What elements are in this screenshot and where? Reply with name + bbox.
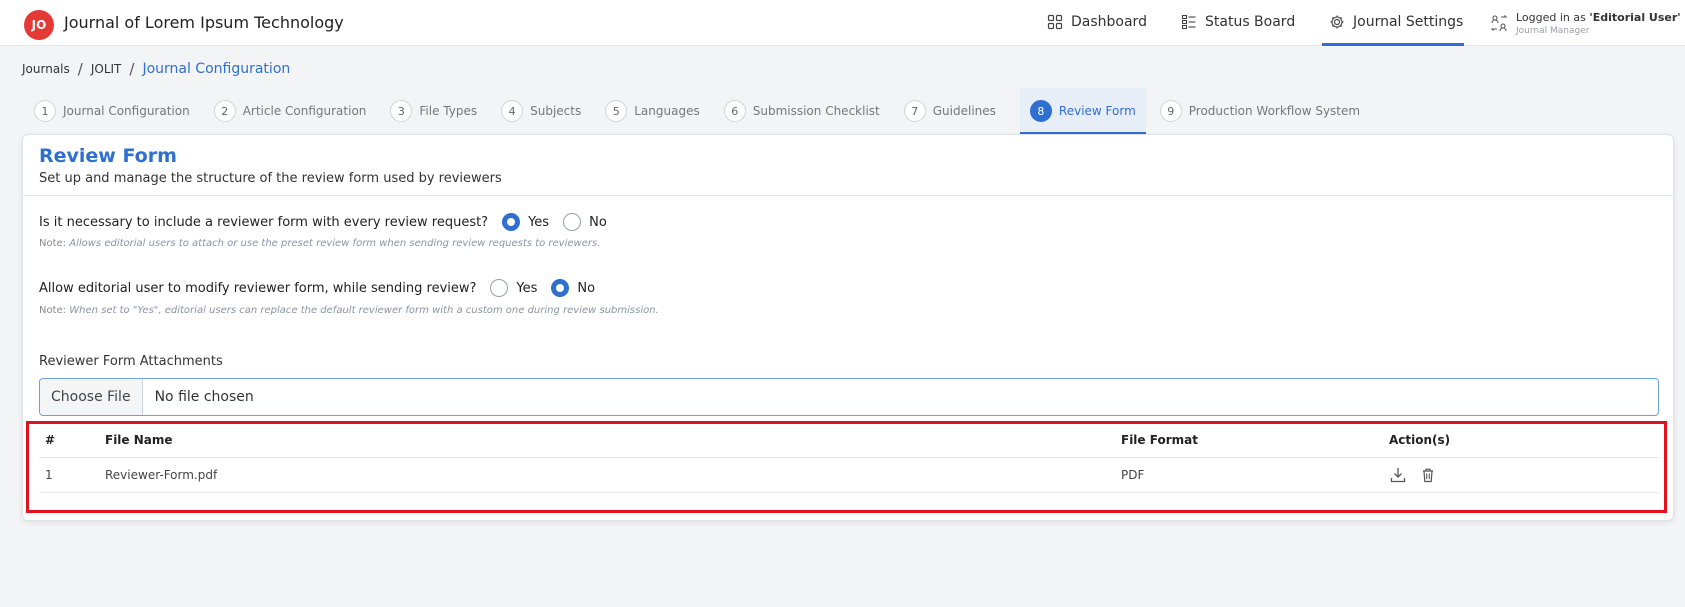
step-label: File Types <box>419 104 478 118</box>
step-label: Guidelines <box>932 104 996 118</box>
nav-status-board[interactable]: Status Board <box>1181 14 1295 30</box>
step-number: 5 <box>605 100 628 122</box>
grid-icon <box>1047 14 1063 30</box>
q1-no-radio[interactable]: No <box>563 213 607 231</box>
step-number: 1 <box>34 100 56 122</box>
radio-selected-icon <box>551 279 570 297</box>
radio-unselected-icon <box>563 213 582 231</box>
q1-yes-radio[interactable]: Yes <box>502 213 549 231</box>
file-status-text: No file chosen <box>154 389 254 405</box>
breadcrumb: Journals / JOLIT / Journal Configuration <box>22 60 290 78</box>
gear-icon <box>1330 15 1344 29</box>
journal-logo[interactable]: JO <box>24 10 54 40</box>
radio-label: No <box>577 280 596 296</box>
q2-note: Note: When set to "Yes", editorial users… <box>39 305 659 316</box>
step-label: Subjects <box>530 104 582 118</box>
step-subjects[interactable]: 4 Subjects <box>501 88 591 134</box>
nav-dashboard[interactable]: Dashboard <box>1047 14 1147 30</box>
logged-in-prefix: Logged in as <box>1516 11 1590 24</box>
q1-note: Note: Allows editorial users to attach o… <box>39 238 600 249</box>
breadcrumb-journals[interactable]: Journals <box>22 62 70 76</box>
nav-journal-settings[interactable]: Journal Settings <box>1329 14 1463 30</box>
step-number: 6 <box>723 100 746 122</box>
note-text: Allows editorial users to attach or use … <box>69 238 601 249</box>
breadcrumb-jolit[interactable]: JOLIT <box>91 62 122 76</box>
step-number: 3 <box>390 100 413 122</box>
step-label: Journal Configuration <box>63 104 190 118</box>
step-label: Submission Checklist <box>752 104 880 118</box>
user-menu[interactable]: Logged in as 'Editorial User' Journal Ma… <box>1490 11 1681 36</box>
nav-dashboard-label: Dashboard <box>1071 14 1147 30</box>
user-switch-icon <box>1490 15 1508 32</box>
page-subtitle: Set up and manage the structure of the r… <box>39 171 502 186</box>
step-label: Article Configuration <box>242 104 367 118</box>
active-nav-indicator <box>1322 43 1464 46</box>
file-upload-input[interactable]: Choose File No file chosen <box>39 378 1659 416</box>
config-steps: 1 Journal Configuration 2 Article Config… <box>34 88 1384 134</box>
highlight-box <box>26 421 1667 513</box>
radio-label: Yes <box>516 280 538 296</box>
radio-selected-icon <box>502 213 521 231</box>
user-role: Journal Manager <box>1516 26 1590 36</box>
step-label: Review Form <box>1058 104 1136 118</box>
step-number: 4 <box>501 100 524 122</box>
step-file-types[interactable]: 3 File Types <box>390 88 487 134</box>
logged-in-label: Logged in as 'Editorial User' <box>1516 11 1681 24</box>
breadcrumb-separator: / <box>129 60 135 78</box>
question-text: Allow editorial user to modify reviewer … <box>39 280 477 296</box>
note-text: When set to "Yes", editorial users can r… <box>69 305 659 316</box>
step-journal-configuration[interactable]: 1 Journal Configuration <box>34 88 200 134</box>
step-review-form[interactable]: 8 Review Form <box>1019 88 1146 134</box>
step-production-workflow-system[interactable]: 9 Production Workflow System <box>1159 88 1370 134</box>
q2-no-radio[interactable]: No <box>551 279 595 297</box>
choose-file-button[interactable]: Choose File <box>40 379 143 415</box>
breadcrumb-current: Journal Configuration <box>142 61 291 77</box>
step-article-configuration[interactable]: 2 Article Configuration <box>213 88 377 134</box>
attachments-label: Reviewer Form Attachments <box>39 354 223 369</box>
question-text: Is it necessary to include a reviewer fo… <box>39 214 489 230</box>
divider <box>23 195 1673 196</box>
step-label: Languages <box>634 104 700 118</box>
step-languages[interactable]: 5 Languages <box>605 88 709 134</box>
nav-journal-settings-label: Journal Settings <box>1353 14 1464 30</box>
step-guidelines[interactable]: 7 Guidelines <box>903 88 1006 134</box>
step-number: 9 <box>1159 100 1182 122</box>
note-label: Note: <box>39 305 67 316</box>
q2-yes-radio[interactable]: Yes <box>490 279 537 297</box>
note-label: Note: <box>39 238 67 249</box>
app-title[interactable]: Journal of Lorem Ipsum Technology <box>64 13 344 32</box>
modify-reviewer-form-question: Allow editorial user to modify reviewer … <box>39 279 595 297</box>
review-form-card: Review Form Set up and manage the struct… <box>22 134 1674 521</box>
page-title: Review Form <box>39 145 177 167</box>
radio-label: No <box>589 214 607 230</box>
step-submission-checklist[interactable]: 6 Submission Checklist <box>723 88 890 134</box>
reviewer-form-required-question: Is it necessary to include a reviewer fo… <box>39 213 607 231</box>
step-number: 8 <box>1029 100 1052 122</box>
radio-unselected-icon <box>490 279 509 297</box>
user-name: 'Editorial User' <box>1589 11 1681 24</box>
breadcrumb-separator: / <box>77 60 83 78</box>
radio-label: Yes <box>528 214 550 230</box>
step-label: Production Workflow System <box>1188 104 1361 118</box>
list-icon <box>1181 14 1196 30</box>
top-bar: JO Journal of Lorem Ipsum Technology Das… <box>0 0 1685 46</box>
nav-status-board-label: Status Board <box>1205 14 1296 30</box>
step-number: 7 <box>903 100 926 122</box>
step-number: 2 <box>213 100 236 122</box>
